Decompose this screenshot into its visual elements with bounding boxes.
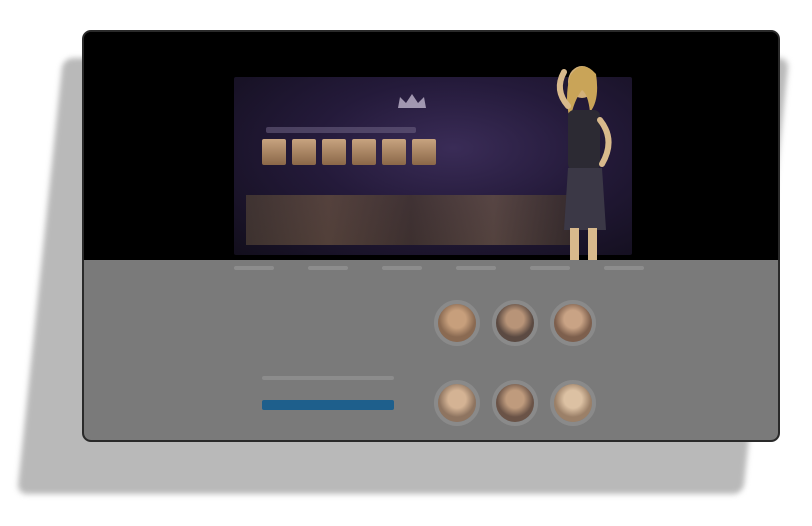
avatar-photo [438,384,476,422]
browser-window [82,30,780,442]
thumbnail[interactable] [292,139,316,165]
signup-button[interactable] [262,400,394,410]
thumbnail[interactable] [412,139,436,165]
screenshot-stage [0,0,812,526]
avatar[interactable] [492,300,538,346]
thumbnail[interactable] [382,139,406,165]
avatar-photo [554,384,592,422]
avatar-photo [554,304,592,342]
thumbnail[interactable] [322,139,346,165]
hero-model-image [556,66,612,260]
nav-link[interactable] [530,266,570,270]
thumbnail[interactable] [352,139,376,165]
signup-hint [262,376,394,380]
avatar[interactable] [550,300,596,346]
hero-section [84,32,778,260]
nav-link[interactable] [234,266,274,270]
banner-crowd-image [246,195,576,245]
nav-link[interactable] [382,266,422,270]
banner-thumbnails [262,139,436,165]
avatar[interactable] [492,380,538,426]
avatar[interactable] [550,380,596,426]
avatar-photo [496,384,534,422]
avatar[interactable] [434,380,480,426]
content-section [84,260,778,440]
banner-tagline [266,127,416,133]
nav-link[interactable] [604,266,644,270]
avatar-photo [438,304,476,342]
avatar[interactable] [434,300,480,346]
nav-link[interactable] [308,266,348,270]
section-nav [234,266,644,270]
crown-logo-icon [398,94,426,108]
nav-link[interactable] [456,266,496,270]
avatar-photo [496,304,534,342]
thumbnail[interactable] [262,139,286,165]
